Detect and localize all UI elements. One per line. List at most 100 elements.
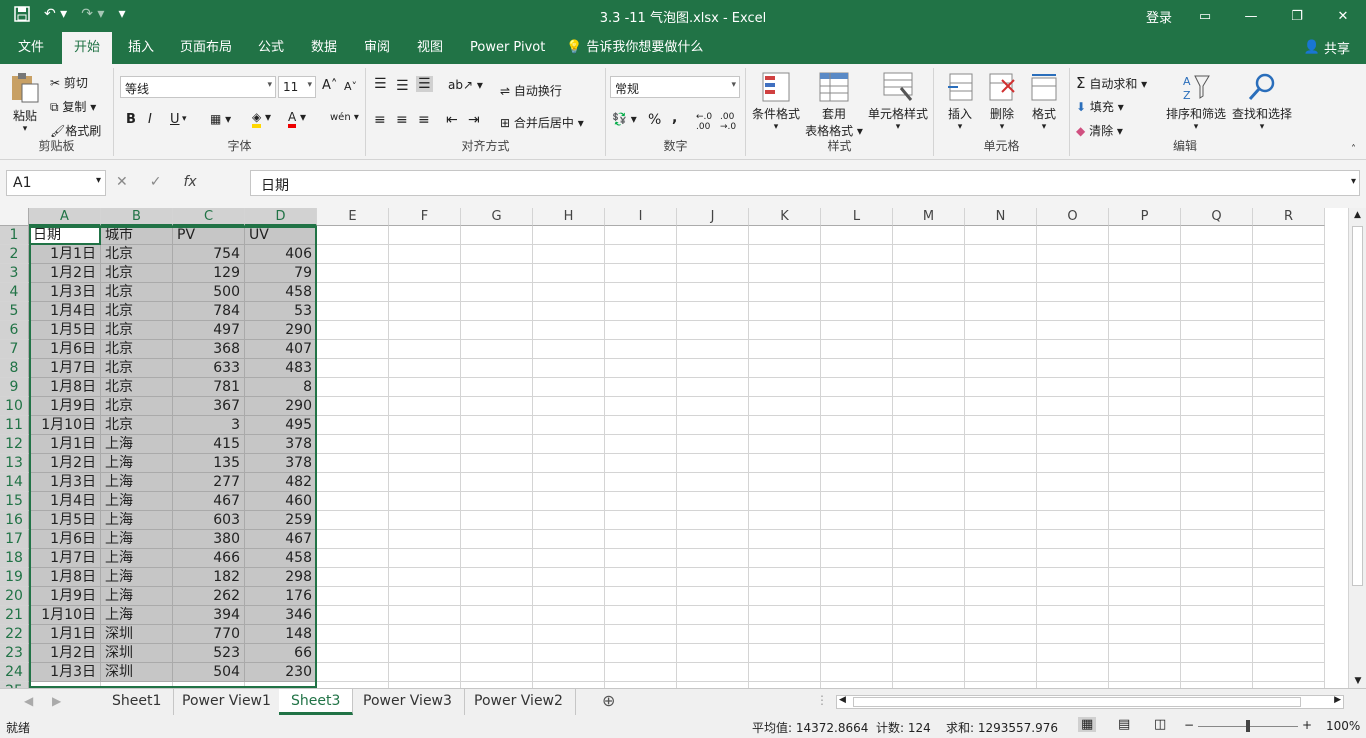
data-cell[interactable]: 1月3日 <box>29 473 101 492</box>
empty-cell[interactable] <box>1109 549 1181 568</box>
column-header-c[interactable]: C <box>173 208 245 226</box>
empty-cell[interactable] <box>1109 245 1181 264</box>
empty-cell[interactable] <box>1253 283 1325 302</box>
empty-cell[interactable] <box>1181 454 1253 473</box>
empty-cell[interactable] <box>749 321 821 340</box>
empty-cell[interactable] <box>461 530 533 549</box>
empty-cell[interactable] <box>605 625 677 644</box>
vertical-scrollbar[interactable]: ▲ ▼ <box>1348 208 1366 688</box>
empty-cell[interactable] <box>1037 245 1109 264</box>
horizontal-scroll-thumb[interactable] <box>853 697 1301 707</box>
minimize-icon[interactable]: — <box>1228 0 1274 32</box>
comma-button[interactable]: , <box>672 110 677 126</box>
empty-cell[interactable] <box>389 473 461 492</box>
sheet-tab-power-view1[interactable]: Power View1 <box>170 689 284 715</box>
data-cell[interactable]: 781 <box>173 378 245 397</box>
new-sheet-icon[interactable]: ⊕ <box>602 691 615 710</box>
underline-dropdown-icon[interactable]: ▾ <box>182 114 187 124</box>
empty-cell[interactable] <box>1181 549 1253 568</box>
empty-cell[interactable] <box>965 340 1037 359</box>
empty-cell[interactable] <box>821 226 893 245</box>
data-cell[interactable]: 深圳 <box>101 644 173 663</box>
data-cell[interactable]: 277 <box>173 473 245 492</box>
vertical-scroll-thumb[interactable] <box>1352 226 1363 586</box>
data-cell[interactable]: 北京 <box>101 283 173 302</box>
column-header-r[interactable]: R <box>1253 208 1325 226</box>
decrease-font-size-icon[interactable]: A˅ <box>344 80 357 93</box>
restore-icon[interactable]: ❐ <box>1274 0 1320 32</box>
empty-cell[interactable] <box>317 511 389 530</box>
increase-decimal-icon[interactable]: ←.0.00 <box>696 112 712 132</box>
empty-cell[interactable] <box>461 359 533 378</box>
empty-cell[interactable] <box>821 549 893 568</box>
data-cell[interactable]: 深圳 <box>101 625 173 644</box>
empty-cell[interactable] <box>389 511 461 530</box>
empty-cell[interactable] <box>965 435 1037 454</box>
data-cell[interactable]: 754 <box>173 245 245 264</box>
empty-cell[interactable] <box>893 359 965 378</box>
empty-cell[interactable] <box>821 416 893 435</box>
data-cell[interactable]: 1月4日 <box>29 492 101 511</box>
row-header[interactable]: 8 <box>0 359 29 378</box>
row-header[interactable]: 19 <box>0 568 29 587</box>
row-header[interactable]: 12 <box>0 435 29 454</box>
data-cell[interactable]: 380 <box>173 530 245 549</box>
data-cell[interactable]: 467 <box>173 492 245 511</box>
empty-cell[interactable] <box>1109 378 1181 397</box>
data-cell[interactable]: 北京 <box>101 359 173 378</box>
data-cell[interactable]: 北京 <box>101 264 173 283</box>
empty-cell[interactable] <box>1253 397 1325 416</box>
empty-cell[interactable] <box>1181 587 1253 606</box>
empty-cell[interactable] <box>821 302 893 321</box>
empty-cell[interactable] <box>749 587 821 606</box>
data-cell[interactable]: 3 <box>173 416 245 435</box>
empty-cell[interactable] <box>389 492 461 511</box>
data-cell[interactable]: 北京 <box>101 302 173 321</box>
header-cell[interactable]: 日期 <box>29 226 101 245</box>
empty-cell[interactable] <box>389 530 461 549</box>
empty-cell[interactable] <box>749 454 821 473</box>
tab-view[interactable]: 视图 <box>405 32 455 64</box>
empty-cell[interactable] <box>1253 226 1325 245</box>
column-header-n[interactable]: N <box>965 208 1037 226</box>
empty-cell[interactable] <box>893 492 965 511</box>
empty-cell[interactable] <box>389 397 461 416</box>
page-layout-view-icon[interactable]: ▤ <box>1118 717 1130 732</box>
empty-cell[interactable] <box>605 245 677 264</box>
font-name-select[interactable]: 等线 <box>120 76 276 98</box>
sheet-tab-sheet3[interactable]: Sheet3 <box>279 689 354 715</box>
empty-cell[interactable] <box>677 473 749 492</box>
row-header[interactable]: 16 <box>0 511 29 530</box>
data-cell[interactable]: 458 <box>245 283 317 302</box>
empty-cell[interactable] <box>533 340 605 359</box>
data-cell[interactable]: 1月5日 <box>29 511 101 530</box>
empty-cell[interactable] <box>605 340 677 359</box>
empty-cell[interactable] <box>749 397 821 416</box>
empty-cell[interactable] <box>749 606 821 625</box>
data-cell[interactable]: 504 <box>173 663 245 682</box>
empty-cell[interactable] <box>677 454 749 473</box>
data-cell[interactable]: 深圳 <box>101 663 173 682</box>
cut-button[interactable]: ✂ 剪切 <box>50 74 88 91</box>
align-left-icon[interactable]: ≡ <box>374 112 386 128</box>
empty-cell[interactable] <box>605 530 677 549</box>
decrease-indent-icon[interactable]: ⇤ <box>446 112 458 128</box>
empty-cell[interactable] <box>317 302 389 321</box>
data-cell[interactable]: 394 <box>173 606 245 625</box>
empty-cell[interactable] <box>1253 587 1325 606</box>
autosum-button[interactable]: Σ 自动求和 ▾ <box>1076 74 1147 92</box>
empty-cell[interactable] <box>1181 359 1253 378</box>
middle-align-icon[interactable]: ☰ <box>396 78 409 94</box>
empty-cell[interactable] <box>533 416 605 435</box>
empty-cell[interactable] <box>389 340 461 359</box>
empty-cell[interactable] <box>605 568 677 587</box>
empty-cell[interactable] <box>677 245 749 264</box>
select-all-corner[interactable] <box>0 208 29 226</box>
data-cell[interactable]: 北京 <box>101 340 173 359</box>
data-cell[interactable]: 1月4日 <box>29 302 101 321</box>
data-cell[interactable]: 290 <box>245 397 317 416</box>
header-cell[interactable]: PV <box>173 226 245 245</box>
zoom-out-icon[interactable]: − <box>1184 718 1194 732</box>
data-cell[interactable]: 1月9日 <box>29 397 101 416</box>
empty-cell[interactable] <box>965 587 1037 606</box>
